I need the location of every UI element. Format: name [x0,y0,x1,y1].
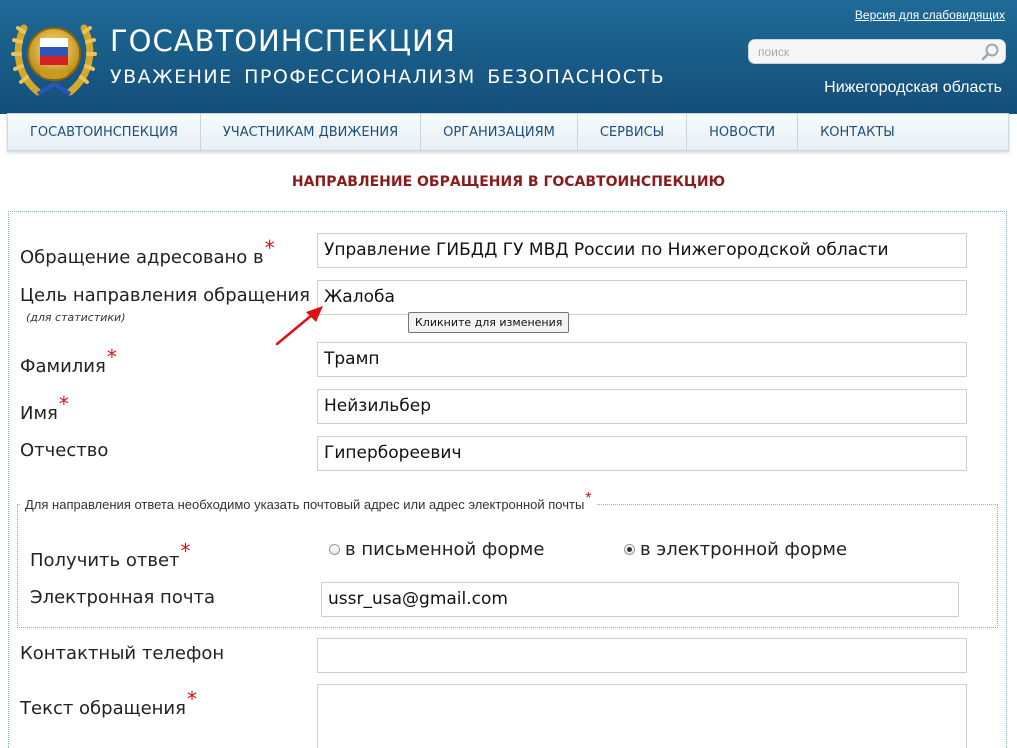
email-field[interactable]: ussr_usa@gmail.com [321,582,959,617]
required-mark: * [106,345,117,369]
appeal-text-area[interactable] [317,684,967,748]
required-mark: * [585,490,592,507]
search-input[interactable] [758,40,978,63]
get-reply-label: Получить ответ* [30,539,191,571]
site-header: ГОСАВТОИНСПЕКЦИЯ УВАЖЕНИЕ ПРОФЕССИОНАЛИЗ… [0,0,1017,114]
click-to-change-tooltip: Кликните для изменения [408,312,570,333]
nav-item-organizations[interactable]: ОРГАНИЗАЦИЯМ [421,114,578,150]
phone-label: Контактный телефон [20,643,225,664]
purpose-label: Цель направления обращения [20,285,311,306]
name-field[interactable]: Нейзильбер [317,389,967,424]
nav-item-news[interactable]: НОВОСТИ [687,114,799,150]
main-nav: ГОСАВТОИНСПЕКЦИЯ УЧАСТНИКАМ ДВИЖЕНИЯ ОРГ… [7,113,1009,151]
search-box [748,39,1006,64]
phone-field[interactable] [317,638,967,673]
reply-option-written[interactable]: в письменной форме [329,539,544,560]
site-slogan: УВАЖЕНИЕ ПРОФЕССИОНАЛИЗМ БЕЗОПАСНОСТЬ [110,66,666,88]
reply-option-electronic[interactable]: в электронной форме [624,539,847,560]
region-name[interactable]: Нижегородская область [824,79,1002,97]
appeal-text-label: Текст обращения* [20,687,197,719]
purpose-sublabel: (для статистики) [26,311,126,324]
addressee-label: Обращение адресовано в* [20,236,275,268]
purpose-field[interactable]: Жалоба [317,280,967,315]
site-title[interactable]: ГОСАВТОИНСПЕКЦИЯ [110,24,456,58]
addressee-field[interactable]: Управление ГИБДД ГУ МВД России по Нижего… [317,233,967,268]
reply-method-legend: Для направления ответа необходимо указат… [21,490,596,514]
name-label: Имя* [20,392,69,424]
surname-field[interactable]: Трамп [317,342,967,377]
surname-label: Фамилия* [20,345,117,377]
required-mark: * [58,392,69,416]
accessibility-version-link[interactable]: Версия для слабовидящих [855,8,1005,22]
page-title: НАПРАВЛЕНИЕ ОБРАЩЕНИЯ В ГОСАВТОИНСПЕКЦИЮ [291,174,726,190]
patronymic-field[interactable]: Гипербореевич [317,436,967,471]
patronymic-label: Отчество [20,440,109,461]
nav-item-traffic-participants[interactable]: УЧАСТНИКАМ ДВИЖЕНИЯ [201,114,422,150]
nav-item-contacts[interactable]: КОНТАКТЫ [798,114,917,150]
required-mark: * [264,236,275,260]
email-label: Электронная почта [30,587,215,608]
required-mark: * [186,687,197,711]
gibdd-emblem-icon[interactable] [10,8,98,100]
radio-electronic[interactable] [624,544,635,555]
nav-item-gosavtoinspektsiya[interactable]: ГОСАВТОИНСПЕКЦИЯ [8,114,201,150]
required-mark: * [180,539,191,563]
radio-written[interactable] [329,544,340,555]
nav-item-services[interactable]: СЕРВИСЫ [578,114,688,150]
search-icon[interactable] [981,42,1001,62]
